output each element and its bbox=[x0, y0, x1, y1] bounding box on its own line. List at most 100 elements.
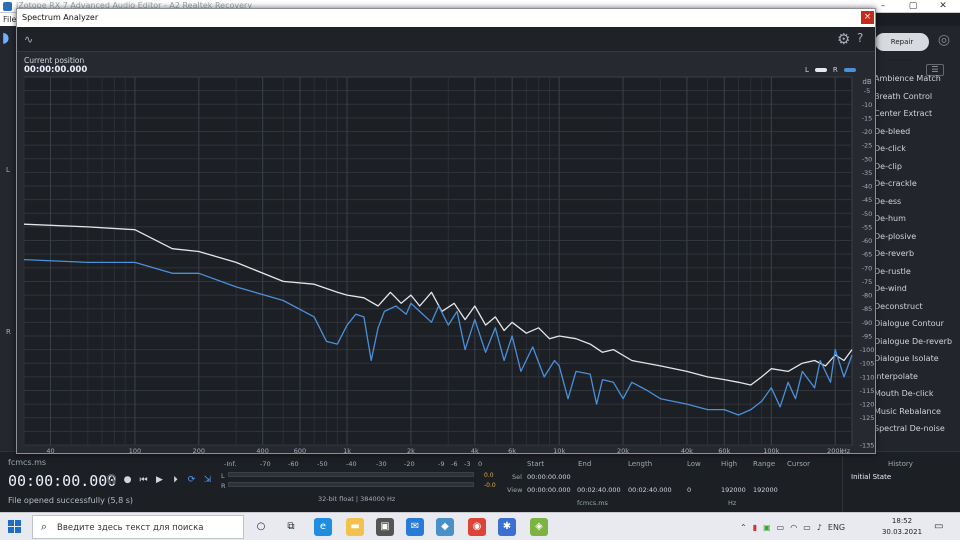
y-tick-label: -5 bbox=[864, 87, 870, 95]
module-item[interactable]: Deconstruct bbox=[873, 298, 960, 316]
windows-start-icon[interactable] bbox=[8, 520, 22, 534]
play-icon[interactable]: ▶ bbox=[154, 474, 165, 486]
frequency-table: Low High Range Cursor 0 192000 192000 Hz bbox=[684, 456, 814, 508]
module-item[interactable]: De-clip bbox=[873, 158, 960, 176]
file-explorer-icon[interactable]: ▬ bbox=[346, 518, 364, 536]
y-tick-label: -110 bbox=[860, 373, 875, 381]
tray-flag-icon[interactable]: ▮ bbox=[753, 523, 757, 532]
module-item[interactable]: Ambience Match bbox=[873, 70, 960, 88]
spectrum-plot[interactable]: dB-5 -10 -15 -20 -25 -30 -35 -40 -45 -50 -55 -60 -65… bbox=[17, 73, 875, 453]
x-unit-label: Hz bbox=[842, 447, 851, 453]
clock[interactable]: 18:52 30.03.2021 bbox=[878, 516, 926, 538]
help-icon[interactable]: ? bbox=[857, 31, 863, 45]
module-item[interactable]: Breath Control bbox=[873, 88, 960, 106]
module-item[interactable]: Spectral De-noise bbox=[873, 420, 960, 438]
y-tick-label: -135 bbox=[860, 442, 875, 450]
transport-controls: 🎧 ● ⏮ ▶ ⏵ ⟳ ⇲ bbox=[106, 474, 213, 486]
module-item[interactable]: De-bleed bbox=[873, 123, 960, 141]
module-item[interactable]: De-reverb bbox=[873, 245, 960, 263]
freq-unit: Hz bbox=[728, 499, 737, 507]
volume-icon[interactable]: ♪ bbox=[817, 523, 822, 532]
meter-tick: -6 bbox=[451, 460, 458, 468]
cortana-icon[interactable]: ○ bbox=[252, 518, 270, 536]
file-tab[interactable]: fcmcs.ms bbox=[8, 458, 46, 467]
wifi-icon[interactable]: ◠ bbox=[790, 523, 797, 532]
time-unit[interactable]: fcmcs.ms bbox=[577, 499, 608, 507]
module-item[interactable]: Center Extract bbox=[873, 105, 960, 123]
view-end-value[interactable]: 00:02:40.000 bbox=[577, 486, 621, 494]
x-tick-label: 40k bbox=[681, 447, 693, 453]
headphones-icon[interactable]: 🎧 bbox=[106, 474, 117, 486]
taskbar-search[interactable]: ⌕ Введите здесь текст для поиска bbox=[32, 515, 244, 539]
module-item[interactable]: De-rustle bbox=[873, 263, 960, 281]
current-position-label: Current position bbox=[24, 56, 85, 65]
language-indicator[interactable]: ENG bbox=[828, 523, 845, 532]
app-close-icon[interactable]: ✕ bbox=[928, 0, 958, 13]
taskbar: ⌕ Введите здесь текст для поиска ○ ⧉ e ▬… bbox=[0, 512, 960, 540]
module-item[interactable]: Dialogue Contour bbox=[873, 315, 960, 333]
y-tick-label: -125 bbox=[860, 414, 875, 422]
module-item[interactable]: De-crackle bbox=[873, 175, 960, 193]
close-button[interactable]: × bbox=[861, 11, 874, 24]
tray-network-icon[interactable]: ▭ bbox=[777, 523, 785, 532]
module-item[interactable]: De-ess bbox=[873, 193, 960, 211]
y-tick-label: -55 bbox=[862, 223, 873, 231]
y-tick-label: -80 bbox=[862, 292, 873, 300]
freq-low-value[interactable]: 0 bbox=[687, 486, 691, 494]
module-item[interactable]: Mouth De-click bbox=[873, 385, 960, 403]
app2-icon[interactable]: ◈ bbox=[530, 518, 548, 536]
meter-tick: -50 bbox=[317, 460, 328, 468]
view-length-value[interactable]: 00:02:40.000 bbox=[628, 486, 672, 494]
module-item[interactable]: Music Rebalance bbox=[873, 403, 960, 421]
meter-dial-icon[interactable]: ◎ bbox=[934, 32, 954, 52]
app-logo-icon bbox=[3, 2, 12, 11]
edge-icon[interactable]: e bbox=[314, 518, 332, 536]
module-item[interactable]: De-click bbox=[873, 140, 960, 158]
play-selection-icon[interactable]: ⏵ bbox=[170, 474, 181, 486]
loop-icon[interactable]: ⟳ bbox=[186, 474, 197, 486]
task-view-icon[interactable]: ⧉ bbox=[282, 518, 300, 536]
repair-assistant-button[interactable]: Repair Assistant bbox=[875, 33, 929, 64]
module-item[interactable]: Dialogue De-reverb bbox=[873, 333, 960, 351]
meter-bar-r bbox=[228, 482, 474, 487]
search-placeholder: Введите здесь текст для поиска bbox=[57, 523, 204, 533]
app-icon[interactable]: ◆ bbox=[436, 518, 454, 536]
sel-start-value[interactable]: 00:00:00.000 bbox=[527, 473, 571, 481]
selection-table: Start End Length Sel 00:00:00.000 View 0… bbox=[503, 456, 683, 508]
y-tick-label: -60 bbox=[862, 237, 873, 245]
legend-swatch-l[interactable] bbox=[814, 68, 827, 72]
module-item[interactable]: Dialogue Isolate bbox=[873, 350, 960, 368]
view-start-value[interactable]: 00:00:00.000 bbox=[527, 486, 571, 494]
izotope-taskbar-icon[interactable]: ✱ bbox=[498, 518, 516, 536]
x-tick-label: 400 bbox=[256, 447, 268, 453]
maximize-icon[interactable]: ▢ bbox=[898, 0, 928, 13]
module-list: Ambience Match Breath Control Center Extra… bbox=[873, 70, 960, 438]
module-item[interactable]: De-hum bbox=[873, 210, 960, 228]
battery-icon[interactable]: ▭ bbox=[803, 523, 811, 532]
freq-range-value[interactable]: 192000 bbox=[753, 486, 778, 494]
mail-icon[interactable]: ✉ bbox=[406, 518, 424, 536]
legend-swatch-r[interactable] bbox=[843, 68, 856, 72]
record-icon[interactable]: ● bbox=[122, 474, 133, 486]
scroll-icon[interactable]: ⇲ bbox=[202, 474, 213, 486]
skip-back-icon[interactable]: ⏮ bbox=[138, 474, 149, 486]
waveform-icon[interactable]: ∿ bbox=[24, 33, 33, 46]
gear-icon[interactable]: ⚙ bbox=[837, 30, 850, 48]
tray-chevron-icon[interactable]: ⌃ bbox=[740, 523, 747, 532]
y-tick-label: -35 bbox=[862, 169, 873, 177]
history-item[interactable]: Initial State bbox=[851, 473, 891, 481]
col-high: High bbox=[721, 460, 738, 468]
notification-icon[interactable]: ▭ bbox=[934, 521, 943, 532]
module-item[interactable]: Interpolate bbox=[873, 368, 960, 386]
freq-high-value[interactable]: 192000 bbox=[721, 486, 746, 494]
y-tick-label: -40 bbox=[862, 183, 873, 191]
store-icon[interactable]: ▣ bbox=[376, 518, 394, 536]
module-item[interactable]: De-wind bbox=[873, 280, 960, 298]
chrome-icon[interactable]: ◉ bbox=[468, 518, 486, 536]
x-tick-label: 100 bbox=[129, 447, 141, 453]
x-tick-label: 4k bbox=[471, 447, 479, 453]
module-item[interactable]: De-plosive bbox=[873, 228, 960, 246]
y-tick-label: -95 bbox=[862, 332, 873, 340]
tray-app-icon[interactable]: ▣ bbox=[763, 523, 771, 532]
y-tick-label: -45 bbox=[862, 196, 873, 204]
